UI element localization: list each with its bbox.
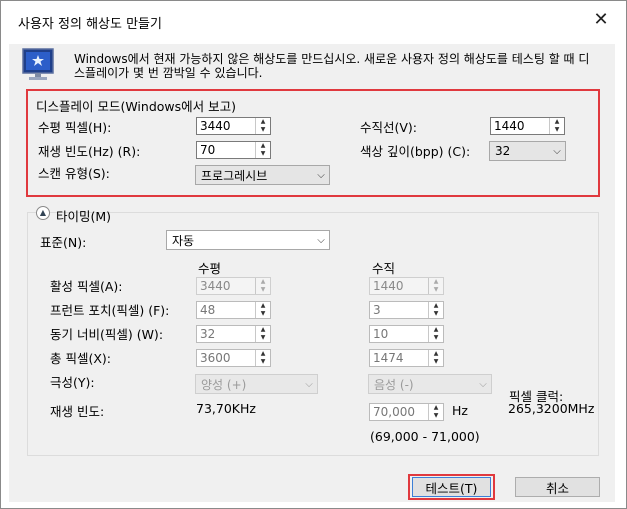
- chevron-down-icon: ⌵: [317, 169, 325, 181]
- chevron-down-icon: ⌵: [479, 378, 487, 390]
- vertical-refresh-value: 70,000: [373, 405, 415, 419]
- polarity-h-value: 양성 (+): [201, 377, 247, 392]
- standard-value: 자동: [172, 233, 195, 248]
- monitor-icon: [22, 48, 54, 80]
- horizontal-pixels-spinner[interactable]: 3440 ▲ ▼: [196, 117, 271, 135]
- chevron-down-icon: ⌵: [553, 145, 561, 157]
- refresh-label: 재생 빈도:: [50, 404, 105, 419]
- horizontal-frequency-value: 73,70KHz: [196, 401, 256, 416]
- spin-up-icon[interactable]: ▲: [429, 404, 443, 412]
- spin-down-icon[interactable]: ▼: [256, 334, 270, 342]
- sync-width-h-value: 32: [200, 327, 216, 341]
- color-depth-select[interactable]: 32 ⌵: [489, 141, 566, 161]
- refresh-rate-value: 70: [200, 143, 216, 157]
- color-depth-value: 32: [495, 144, 511, 158]
- close-button[interactable]: ✕: [589, 8, 613, 32]
- sync-width-label: 동기 너비(픽셀) (W):: [50, 327, 164, 342]
- front-porch-h-spinner[interactable]: 48 ▲ ▼: [196, 301, 271, 319]
- active-pixels-v-spinner: 1440 ▲ ▼: [369, 277, 444, 295]
- spin-up-icon[interactable]: ▲: [256, 118, 270, 126]
- front-porch-h-value: 48: [200, 303, 216, 317]
- spin-up-icon[interactable]: ▲: [256, 326, 270, 334]
- description-text: Windows에서 현재 가능하지 않은 해상도를 만드십시오. 새로운 사용자…: [74, 52, 590, 80]
- total-pixels-label: 총 픽셀(X):: [50, 351, 112, 366]
- vertical-lines-spinner[interactable]: 1440 ▲ ▼: [490, 117, 565, 135]
- front-porch-label: 프런트 포치(픽셀) (F):: [50, 303, 170, 318]
- total-pixels-h-spinner[interactable]: 3600 ▲ ▼: [196, 349, 271, 367]
- scan-type-value: 프로그레시브: [201, 168, 268, 183]
- spin-down-icon[interactable]: ▼: [256, 310, 270, 318]
- scan-type-label: 스캔 유형(S):: [38, 166, 110, 181]
- polarity-h-select[interactable]: 양성 (+) ⌵: [195, 374, 318, 394]
- spin-down-icon[interactable]: ▼: [256, 126, 270, 134]
- total-pixels-h-value: 3600: [200, 351, 231, 365]
- active-pixels-label: 활성 픽셀(A):: [50, 279, 123, 294]
- sync-width-v-spinner[interactable]: 10 ▲ ▼: [369, 325, 444, 343]
- window-title: 사용자 정의 해상도 만들기: [18, 17, 162, 32]
- front-porch-v-value: 3: [373, 303, 381, 317]
- polarity-v-select[interactable]: 음성 (-) ⌵: [368, 374, 492, 394]
- refresh-rate-label: 재생 빈도(Hz) (R):: [38, 144, 141, 159]
- spin-down-icon[interactable]: ▼: [256, 358, 270, 366]
- standard-select[interactable]: 자동 ⌵: [166, 230, 330, 250]
- spin-down-icon[interactable]: ▼: [429, 310, 443, 318]
- spin-up-icon: ▲: [260, 278, 266, 285]
- spin-up-icon[interactable]: ▲: [550, 118, 564, 126]
- horizontal-pixels-label: 수평 픽셀(H):: [38, 120, 112, 135]
- pixel-clock-value: 265,3200MHz: [508, 401, 595, 416]
- test-button[interactable]: 테스트(T): [412, 477, 491, 497]
- spin-up-icon: ▲: [433, 278, 439, 285]
- standard-label: 표준(N):: [40, 235, 87, 250]
- refresh-range: (69,000 - 71,000): [370, 429, 480, 444]
- scan-type-select[interactable]: 프로그레시브 ⌵: [195, 165, 330, 185]
- front-porch-v-spinner[interactable]: 3 ▲ ▼: [369, 301, 444, 319]
- timing-title: 타이밍(M): [56, 209, 112, 224]
- active-pixels-h-value: 3440: [200, 279, 231, 293]
- spin-down-icon: ▼: [260, 286, 266, 293]
- sync-width-v-value: 10: [373, 327, 389, 341]
- refresh-rate-spinner[interactable]: 70 ▲ ▼: [196, 141, 271, 159]
- spin-down-icon[interactable]: ▼: [429, 358, 443, 366]
- spin-up-icon[interactable]: ▲: [256, 142, 270, 150]
- total-pixels-v-spinner[interactable]: 1474 ▲ ▼: [369, 349, 444, 367]
- active-pixels-v-value: 1440: [373, 279, 404, 293]
- spin-up-icon[interactable]: ▲: [429, 302, 443, 310]
- spin-up-icon[interactable]: ▲: [256, 350, 270, 358]
- chevron-down-icon: ⌵: [317, 234, 325, 246]
- column-horizontal-header: 수평: [198, 261, 222, 276]
- spin-down-icon[interactable]: ▼: [256, 150, 270, 158]
- horizontal-pixels-value: 3440: [200, 119, 231, 133]
- refresh-unit: Hz: [452, 403, 468, 418]
- total-pixels-v-value: 1474: [373, 351, 404, 365]
- active-pixels-h-spinner: 3440 ▲ ▼: [196, 277, 271, 295]
- sync-width-h-spinner[interactable]: 32 ▲ ▼: [196, 325, 271, 343]
- spin-up-icon[interactable]: ▲: [256, 302, 270, 310]
- column-vertical-header: 수직: [372, 261, 396, 276]
- display-mode-title: 디스플레이 모드(Windows에서 보고): [36, 99, 236, 114]
- cancel-button[interactable]: 취소: [515, 477, 600, 497]
- vertical-lines-value: 1440: [494, 119, 525, 133]
- chevron-down-icon: ⌵: [305, 378, 313, 390]
- vertical-lines-label: 수직선(V):: [360, 120, 418, 135]
- spin-down-icon[interactable]: ▼: [429, 334, 443, 342]
- vertical-refresh-spinner[interactable]: 70,000 ▲ ▼: [369, 403, 444, 421]
- collapse-up-icon[interactable]: ▲: [36, 206, 50, 220]
- spin-down-icon: ▼: [433, 286, 439, 293]
- spin-up-icon[interactable]: ▲: [429, 326, 443, 334]
- spin-down-icon[interactable]: ▼: [550, 126, 564, 134]
- spin-down-icon[interactable]: ▼: [429, 412, 443, 420]
- color-depth-label: 색상 깊이(bpp) (C):: [360, 144, 471, 159]
- polarity-label: 극성(Y):: [50, 375, 95, 390]
- polarity-v-value: 음성 (-): [374, 377, 414, 392]
- spin-up-icon[interactable]: ▲: [429, 350, 443, 358]
